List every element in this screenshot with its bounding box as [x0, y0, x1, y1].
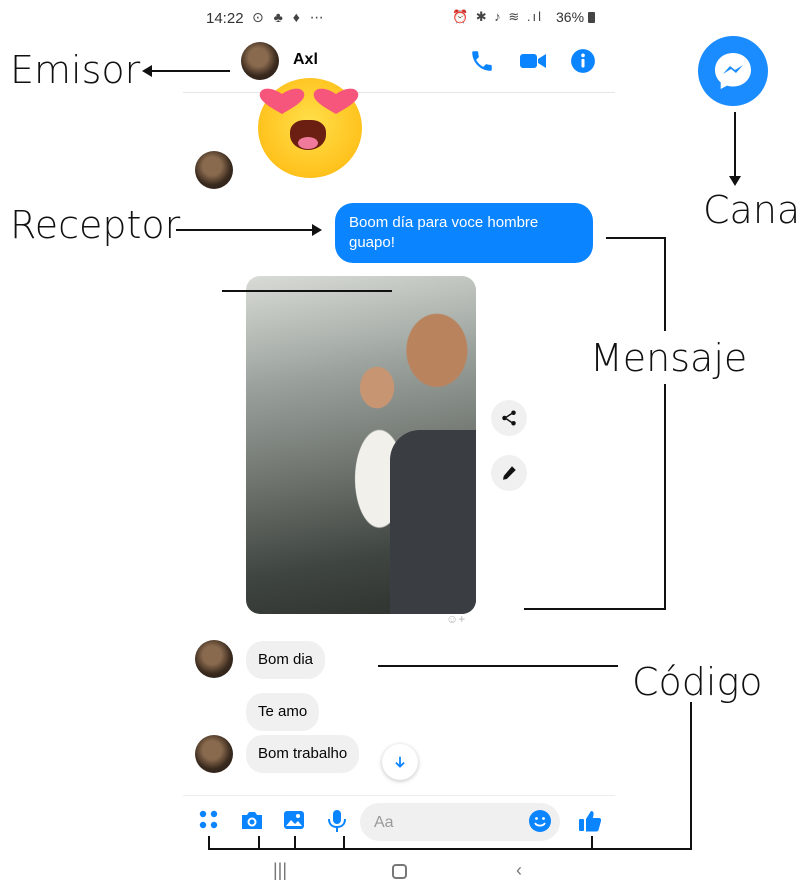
recent-apps-button[interactable]: |||	[273, 860, 287, 881]
annotation-emisor: Emisor	[10, 48, 141, 92]
back-button[interactable]: ‹	[516, 860, 522, 881]
annotation-line	[208, 848, 692, 850]
status-system-icons: ⏰ ✱ ♪ ≋ .ıl	[452, 9, 544, 24]
annotation-line	[664, 384, 666, 610]
annotation-codigo: Código	[632, 660, 763, 704]
annotation-line	[606, 237, 666, 239]
contact-name[interactable]: Axl	[293, 51, 318, 69]
composer-divider	[183, 795, 615, 796]
scroll-down-button[interactable]	[382, 744, 418, 780]
battery-level: 36%	[556, 9, 595, 25]
video-call-icon[interactable]	[519, 48, 546, 74]
status-time: 14:22	[206, 10, 244, 27]
annotation-line	[150, 70, 230, 72]
annotation-line	[690, 702, 692, 848]
annotation-line	[664, 237, 666, 331]
battery-icon	[587, 12, 595, 23]
home-button[interactable]	[392, 864, 407, 879]
camera-icon[interactable]	[239, 808, 265, 834]
annotation-line	[734, 112, 736, 176]
annotation-mensaje: Mensaje	[590, 336, 748, 380]
edit-icon[interactable]	[491, 455, 527, 491]
left-heart-eye-icon	[259, 88, 305, 114]
sender-avatar[interactable]	[195, 735, 233, 773]
right-heart-eye-icon	[313, 88, 359, 114]
emoji-tongue	[298, 137, 318, 149]
arrow-down-icon	[395, 756, 405, 768]
microphone-icon[interactable]	[325, 808, 351, 834]
annotation-line	[591, 836, 593, 850]
battery-percent: 36%	[556, 9, 585, 25]
annotation-line	[222, 290, 392, 292]
sender-avatar[interactable]	[195, 151, 233, 189]
arrowhead	[312, 224, 322, 236]
emoji-icon[interactable]	[528, 809, 552, 838]
gallery-icon[interactable]	[282, 808, 308, 834]
annotation-line	[378, 665, 618, 667]
annotation-line	[176, 229, 312, 231]
info-icon[interactable]	[570, 48, 596, 74]
annotation-line	[524, 608, 666, 610]
add-reaction-icon[interactable]: ☺+	[446, 612, 465, 626]
arrowhead	[729, 176, 741, 186]
message-input[interactable]	[372, 803, 526, 843]
sender-avatar[interactable]	[195, 640, 233, 678]
thumbs-up-icon[interactable]	[577, 808, 603, 834]
annotation-line	[208, 836, 210, 850]
annotation-line	[343, 836, 345, 850]
contact-avatar[interactable]	[241, 42, 279, 80]
incoming-message[interactable]: Bom trabalho	[246, 735, 360, 773]
annotation-line	[294, 836, 296, 850]
outgoing-message[interactable]: Boom día para voce hombre guapo!	[335, 203, 593, 263]
header-divider	[183, 92, 615, 93]
annotation-receptor: Receptor	[10, 203, 181, 247]
messenger-logo-icon	[698, 36, 768, 106]
status-notification-icons: ⊙ ♣ ♦ ⋯	[252, 9, 327, 25]
incoming-message[interactable]: Bom dia	[246, 641, 326, 679]
annotation-line	[258, 836, 260, 850]
share-icon[interactable]	[491, 400, 527, 436]
menu-dots-icon[interactable]	[197, 808, 223, 834]
annotation-canal: Canal	[703, 188, 796, 232]
photo-detail	[390, 430, 476, 614]
incoming-message[interactable]: Te amo	[246, 693, 320, 731]
phone-icon[interactable]	[469, 48, 495, 74]
